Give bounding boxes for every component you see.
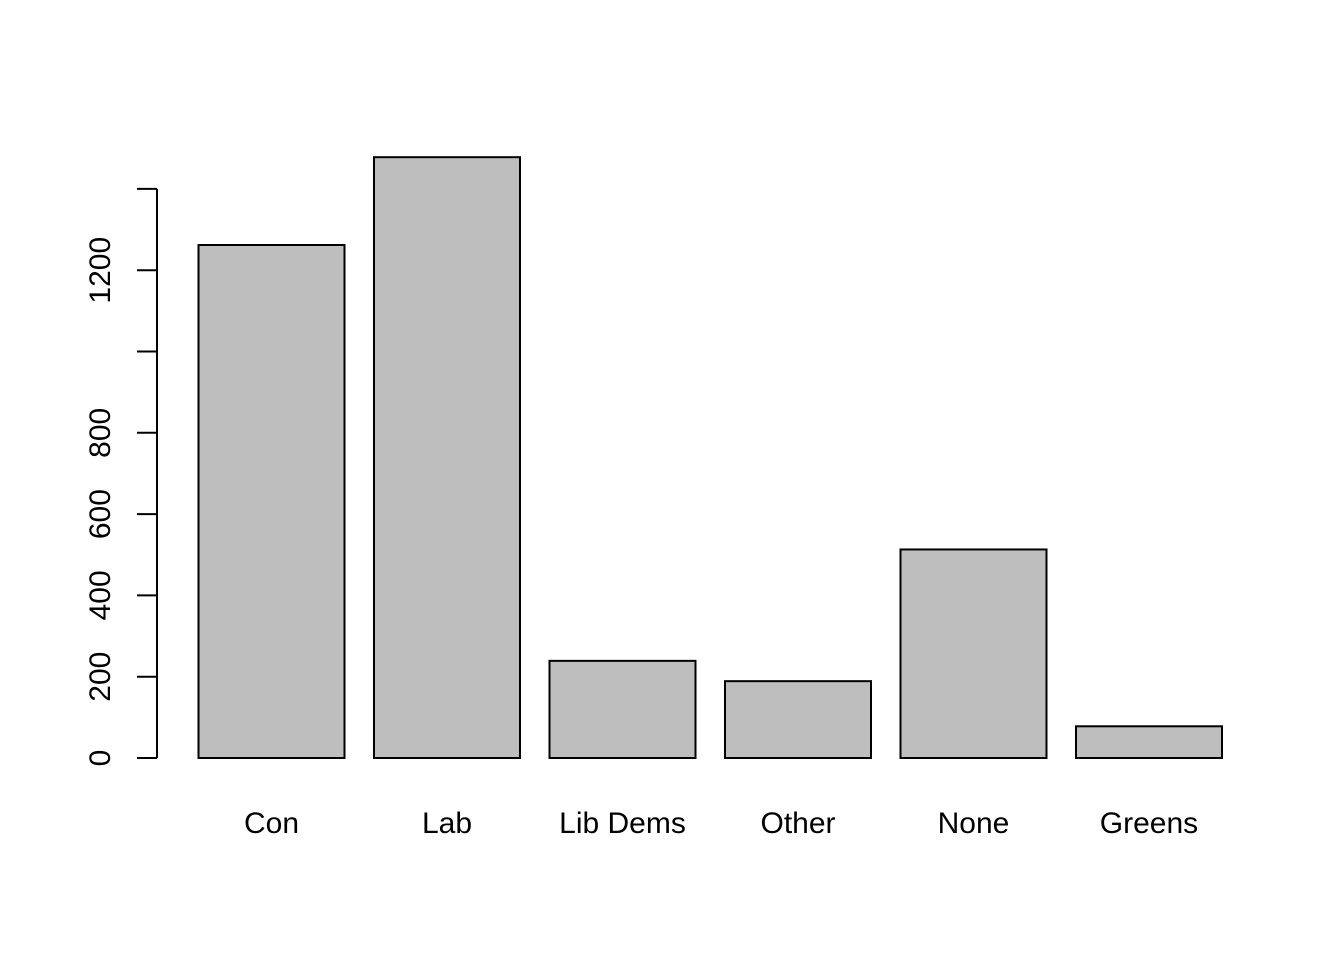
y-axis: 0 200 400 600 800 1200 [84,187,158,767]
bar-other [724,680,872,760]
x-tick-label: Other [760,807,835,840]
bar-con [197,243,346,759]
y-tick-label: 200 [84,652,117,702]
x-axis-labels: Con Lab Lib Dems Other None Greens [244,807,1198,840]
bar-none [899,548,1048,760]
bar-lab [373,156,521,759]
y-tick-label: 0 [84,750,117,767]
x-tick-label: None [938,807,1010,840]
y-tick-label: 600 [84,489,117,539]
y-tick-label: 1200 [84,237,117,304]
x-tick-label: Lib Dems [559,807,686,840]
bar-greens [1075,725,1223,760]
x-tick-label: Greens [1100,807,1198,840]
bar-lib-dems [548,659,697,759]
bars-group [197,156,1223,760]
x-tick-label: Con [244,807,299,840]
x-tick-label: Lab [422,807,472,840]
bar-chart: 0 200 400 600 800 1200 Con Lab Lib Dems Other Non… [84,156,1223,840]
y-tick-label: 800 [84,408,117,458]
y-tick-label: 400 [84,570,117,620]
